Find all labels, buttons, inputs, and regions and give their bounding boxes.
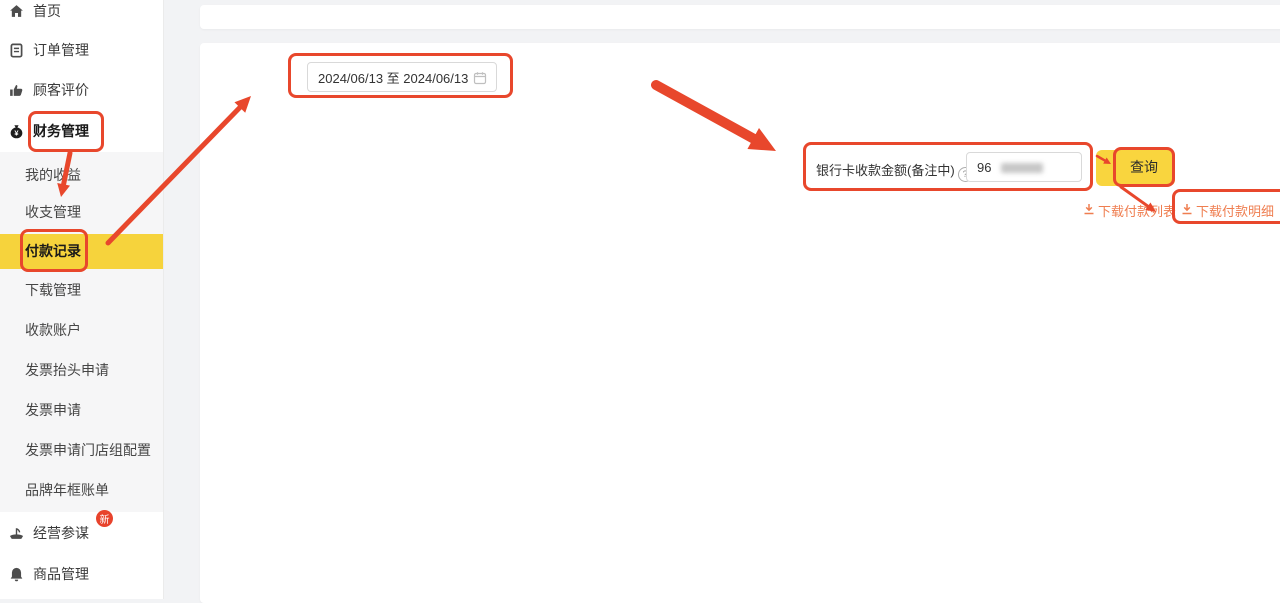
sidebar-subitem-1[interactable]: 收支管理 xyxy=(0,198,163,226)
redacted-value xyxy=(1001,163,1043,173)
sidebar-subitem-4[interactable]: 收款账户 xyxy=(0,316,163,344)
download-icon xyxy=(1083,203,1095,218)
payment-records-page: 首页订单管理顾客评价 ¥财务管理我的收益收支管理付款记录下载管理收款账户发票抬头申… xyxy=(0,0,1280,599)
sidebar-item-0[interactable]: 首页 xyxy=(0,0,163,25)
date-range-input[interactable]: 2024/06/13 至 2024/06/13 xyxy=(307,62,497,92)
calendar-icon xyxy=(473,71,487,88)
goods-icon xyxy=(8,566,25,583)
sidebar-item-2[interactable]: 顾客评价 xyxy=(0,76,163,104)
download-payment-list-link[interactable]: 下载付款列表 xyxy=(1083,201,1176,220)
sidebar-subitem-2[interactable]: 付款记录 xyxy=(0,237,163,265)
bank-amount-value: 96 xyxy=(977,160,991,175)
bank-amount-input[interactable]: 96 xyxy=(966,152,1082,182)
finance-icon: ¥ xyxy=(8,123,25,140)
sidebar-subitem-8[interactable]: 品牌年框账单 xyxy=(0,476,163,504)
review-icon xyxy=(8,82,25,99)
download-detail-label: 下载付款明细 xyxy=(1196,201,1274,220)
new-badge: 新 xyxy=(96,510,113,527)
download-list-label: 下载付款列表 xyxy=(1098,201,1176,220)
sidebar-subitem-7[interactable]: 发票申请门店组配置 xyxy=(0,436,163,464)
order-icon xyxy=(8,42,25,59)
date-range-value: 2024/06/13 至 2024/06/13 xyxy=(318,68,468,87)
sidebar-item-3[interactable]: ¥财务管理 xyxy=(0,117,163,145)
sidebar-item-bottom-0[interactable]: 经营参谋新 xyxy=(0,519,163,547)
sidebar-item-bottom-1[interactable]: 商品管理 xyxy=(0,560,163,588)
sidebar-subitem-3[interactable]: 下载管理 xyxy=(0,276,163,304)
sidebar-subitem-6[interactable]: 发票申请 xyxy=(0,396,163,424)
content-card xyxy=(200,43,1280,603)
download-payment-detail-link[interactable]: 下载付款明细 xyxy=(1181,201,1274,220)
download-icon xyxy=(1181,203,1193,218)
bank-amount-label: 银行卡收款金额(备注中)?: xyxy=(816,160,977,182)
breadcrumb-bar xyxy=(200,5,1280,29)
home-icon xyxy=(8,3,25,20)
sidebar-item-1[interactable]: 订单管理 xyxy=(0,36,163,64)
sidebar: 首页订单管理顾客评价 ¥财务管理我的收益收支管理付款记录下载管理收款账户发票抬头申… xyxy=(0,0,164,599)
query-button[interactable]: 查询 xyxy=(1113,148,1175,186)
sidebar-subitem-5[interactable]: 发票抬头申请 xyxy=(0,356,163,384)
sidebar-subitem-0[interactable]: 我的收益 xyxy=(0,161,163,189)
advisor-icon xyxy=(8,525,25,542)
